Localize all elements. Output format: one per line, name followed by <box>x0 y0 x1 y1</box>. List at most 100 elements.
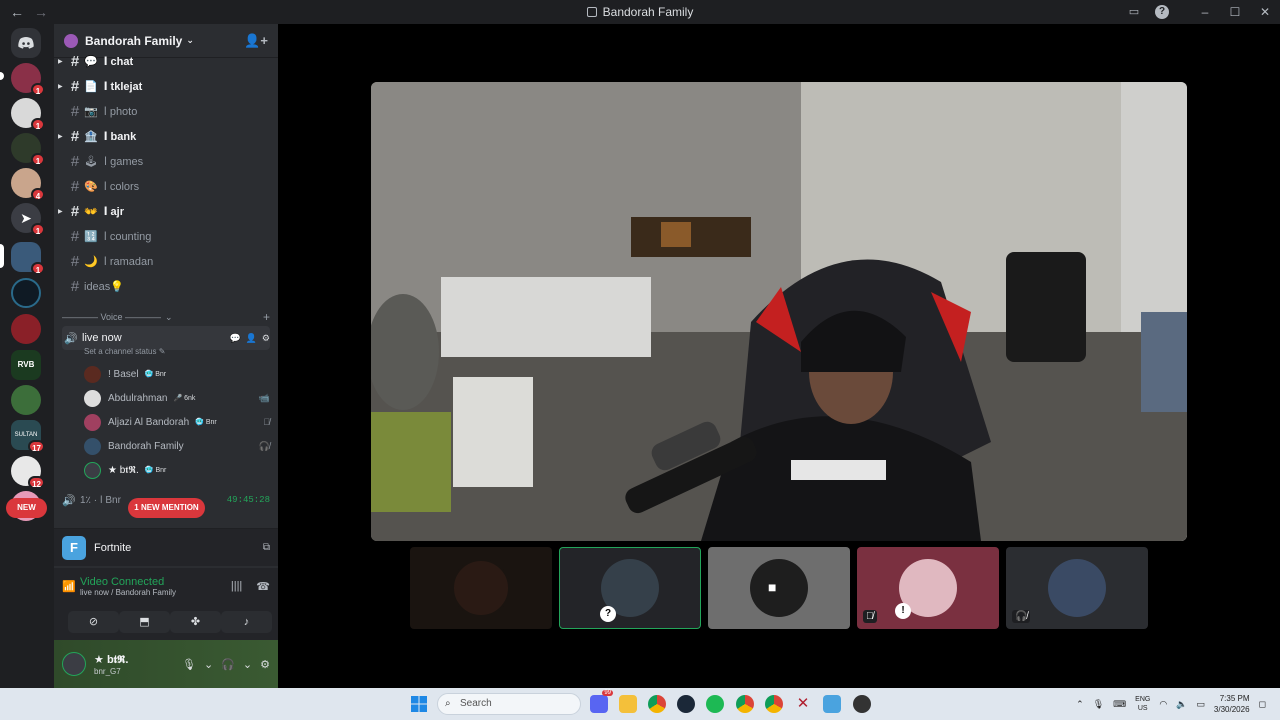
avatar[interactable] <box>62 652 86 676</box>
battery-icon[interactable]: ▭ <box>1196 699 1205 710</box>
voice-user[interactable]: ! Basel 🥶 Bnr <box>84 363 270 385</box>
server-icon-1[interactable]: 1 <box>11 63 45 96</box>
channel-bank[interactable]: ▶ # 🏦 ا bank <box>58 125 268 147</box>
muted-mic-icon: 🎙̸ <box>863 610 877 623</box>
soundboard-button[interactable]: ♪ <box>221 611 272 633</box>
screen-share-icon: ⬒ <box>139 616 150 628</box>
signal-icon[interactable]: 📶 <box>62 580 80 593</box>
keyboard-icon[interactable]: ⌨ <box>1113 699 1126 710</box>
fortnite-taskbar-icon[interactable] <box>823 695 841 713</box>
clock[interactable]: 7:35 PM 3/30/2026 <box>1214 693 1250 715</box>
gear-icon[interactable]: ⚙ <box>260 658 270 671</box>
voice-user[interactable]: ★ b𝖙𝕽. 🥶 Bnr <box>84 459 270 481</box>
back-arrow-icon[interactable]: ← <box>10 4 24 20</box>
new-unreads-pill[interactable]: NEW <box>6 498 47 518</box>
main-video-feed[interactable] <box>371 82 1187 541</box>
inbox-icon[interactable]: ▭ <box>1127 5 1141 19</box>
chrome-profile-icon[interactable] <box>765 695 783 713</box>
channel-chat[interactable]: ▶ # 💬 ا chat <box>58 50 268 72</box>
voice-user[interactable]: Abdulrahman 🎤 6nk 📹 <box>84 387 270 409</box>
voice-user-name: ★ b𝖙𝕽. <box>108 464 139 476</box>
file-explorer-icon[interactable] <box>619 695 637 713</box>
participant-tile-muted[interactable]: 🎙̸ ! <box>857 547 999 629</box>
channel-ramadan[interactable]: # 🌙 ا ramadan <box>58 250 268 272</box>
chat-bubble-icon[interactable]: 💬 <box>229 333 240 344</box>
chrome-icon[interactable] <box>648 695 666 713</box>
screen-share-icon[interactable]: ⧉ <box>263 542 270 553</box>
hash-icon: # <box>70 152 80 170</box>
camera-off-button[interactable]: ⊘ <box>68 611 119 633</box>
participant-tile-speaking[interactable]: ? <box>559 547 701 629</box>
alert-icon: ! <box>895 603 911 619</box>
channel-games[interactable]: # 🕹 ا games <box>58 150 268 172</box>
wifi-icon[interactable]: ◠ <box>1159 699 1167 710</box>
voice-action-buttons: ⊘ ⬒ ✤ ♪ <box>54 604 278 640</box>
server-icon-4[interactable]: 4 <box>11 168 45 201</box>
invite-people-icon[interactable]: 👤+ <box>244 33 268 49</box>
spotify-icon[interactable] <box>706 695 724 713</box>
volume-icon[interactable]: 🔈 <box>1176 699 1187 710</box>
server-icon-rvb[interactable]: RVB <box>11 350 41 380</box>
microphone-icon[interactable]: 🎙 <box>1093 699 1104 710</box>
user-tag: 🥶 Bnr <box>144 467 167 474</box>
voice-user[interactable]: Bandorah Family 🎧̸ <box>84 435 270 457</box>
connection-location[interactable]: live now / Bandorah Family <box>80 588 176 597</box>
invite-icon[interactable]: 👤 <box>246 333 257 344</box>
noise-suppression-icon[interactable]: |||| <box>231 580 242 593</box>
gear-icon[interactable]: ⚙ <box>262 333 270 344</box>
server-icon-sultan[interactable]: SULTAN 17 <box>11 420 45 453</box>
server-icon-7[interactable] <box>11 278 41 308</box>
language-indicator[interactable]: ENG US <box>1135 695 1150 713</box>
screen-share-button[interactable]: ⬒ <box>119 611 170 633</box>
app-icon-x[interactable]: ✕ <box>794 695 812 713</box>
steam-icon[interactable] <box>677 695 695 713</box>
taskbar-search[interactable]: ⌕ Search <box>437 693 581 715</box>
discord-home-icon[interactable] <box>11 28 41 58</box>
channel-ajr[interactable]: ▶ # 👐 ا ajr <box>58 200 268 222</box>
create-channel-plus-icon[interactable]: + <box>263 310 270 324</box>
channel-tklejat[interactable]: ▶ # 📄 ا tklejat <box>58 75 268 97</box>
channel-colors[interactable]: # 🎨 ا colors <box>58 175 268 197</box>
discord-taskbar-icon[interactable]: 99 <box>590 690 613 713</box>
chrome-profile-icon[interactable] <box>736 695 754 713</box>
chevron-up-icon[interactable]: ⌃ <box>1076 699 1084 710</box>
windows-start-icon[interactable] <box>411 696 427 712</box>
forward-arrow-icon[interactable]: → <box>34 4 48 20</box>
voice-category[interactable]: ———— Voice ———— ⌄ + <box>62 310 270 324</box>
activities-button[interactable]: ✤ <box>170 611 221 633</box>
server-icon-8[interactable] <box>11 314 41 344</box>
disconnect-icon[interactable]: ☎ <box>256 580 270 593</box>
participant-tile[interactable] <box>410 547 552 629</box>
app-icon-recorder[interactable] <box>853 695 871 713</box>
participant-tile-deafened[interactable]: 🎧̸ <box>1006 547 1148 629</box>
channel-photo[interactable]: # 📷 ا photo <box>58 100 268 122</box>
server-icon-2[interactable]: 1 <box>11 98 45 131</box>
voice-user[interactable]: Aljazi Al Bandorah 🥶 Bnr 🎙̸ <box>84 411 270 433</box>
avatar <box>84 461 101 479</box>
maximize-button[interactable]: ☐ <box>1220 5 1250 19</box>
window-controls: ▭ ? – ☐ ✕ <box>1120 0 1280 24</box>
notifications-icon[interactable]: ◻ <box>1259 699 1266 710</box>
channel-ideas[interactable]: # ideas💡 <box>58 275 268 297</box>
microphone-icon[interactable]: 🎙 <box>182 658 196 671</box>
user-info[interactable]: ★ b𝖙𝕽. bnr_G7 <box>94 653 128 676</box>
close-button[interactable]: ✕ <box>1250 5 1280 19</box>
voice-user-name: Aljazi Al Bandorah <box>108 416 190 428</box>
server-icon-5[interactable]: ➤ 1 <box>11 203 45 236</box>
server-icon-10[interactable] <box>11 385 41 415</box>
channel-name: ا ramadan <box>103 255 154 268</box>
channel-status-prompt[interactable]: Set a channel status ✎ <box>84 347 165 356</box>
connection-info: Video Connected live now / Bandorah Fami… <box>80 576 176 597</box>
new-mention-pill[interactable]: 1 NEW MENTION <box>128 498 205 518</box>
minimize-button[interactable]: – <box>1190 5 1220 19</box>
server-icon-12[interactable]: 12 <box>11 456 45 489</box>
chevron-down-icon[interactable]: ⌄ <box>243 658 252 671</box>
speaker-icon: 🔊 <box>62 494 76 507</box>
help-icon[interactable]: ? <box>1155 5 1169 19</box>
server-icon-bandorah[interactable]: 1 <box>11 242 45 275</box>
server-icon-3[interactable]: 1 <box>11 133 45 166</box>
channel-counting[interactable]: # 🔢 ا counting <box>58 225 268 247</box>
participant-tile-video[interactable]: ■ <box>708 547 850 629</box>
chevron-down-icon[interactable]: ⌄ <box>204 658 213 671</box>
headphones-icon[interactable]: 🎧 <box>221 658 235 671</box>
